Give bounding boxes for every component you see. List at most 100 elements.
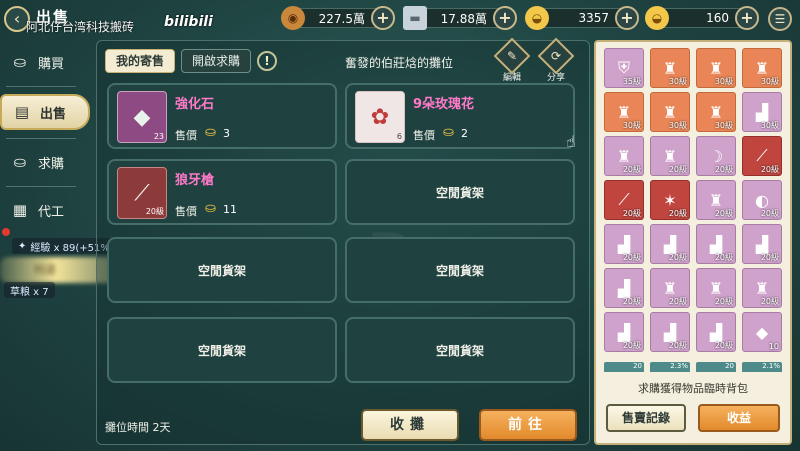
sidebar-item-sell[interactable]: ▤ 出售 [0, 94, 90, 130]
sidebar-item-buy[interactable]: ⛀ 購買 [0, 44, 88, 80]
add-silver-button[interactable]: + [493, 6, 517, 30]
coin-icon: ◉ [281, 6, 305, 30]
silver-bar-icon: ▬ [403, 6, 427, 30]
edit-button[interactable]: ✎ 編輯 [493, 37, 531, 83]
inventory-cell[interactable]: ▟ 20級 [696, 312, 736, 352]
inventory-cell-partial[interactable]: 20 [604, 362, 644, 372]
income-button[interactable]: 收益 [698, 404, 780, 432]
sidebar-item-label: 代工 [38, 204, 65, 220]
inventory-cell[interactable]: ♜ 30級 [650, 48, 690, 88]
item-level: 20級 [145, 207, 164, 216]
ingot-icon: ⛀ [13, 53, 27, 71]
inventory-cell[interactable]: ▟ 30級 [742, 92, 782, 132]
inventory-cell-partial[interactable]: 2.1% [742, 362, 782, 372]
item-price: 2 [461, 127, 468, 140]
inventory-cell-partial[interactable]: 2.3% [650, 362, 690, 372]
inventory-cell[interactable]: ♜ 30級 [696, 92, 736, 132]
inventory-cell[interactable]: ▟ 20級 [604, 268, 644, 308]
item-gain-toast: 草粮 x 7 [4, 282, 55, 298]
gold-ingot-icon: ◒ [525, 6, 549, 30]
inventory-cell-level: 30級 [668, 77, 687, 86]
inventory-cell-level: 20級 [622, 165, 641, 174]
add-gold-bound-button[interactable]: + [735, 6, 759, 30]
rose-bouquet-icon: ✿ 6 [355, 91, 405, 143]
currency-gold: ◒ 3357 + [525, 6, 639, 30]
sidebar-item-label: 購買 [38, 56, 65, 72]
inventory-cell-level: 20級 [668, 165, 687, 174]
inventory-cell[interactable]: ▟ 20級 [696, 224, 736, 264]
inventory-cell-level: 30級 [622, 121, 641, 130]
inventory-cell[interactable]: ♜ 20級 [696, 268, 736, 308]
stall-slot-filled[interactable]: ⟋ 20級 狼牙槍 售價 ⛀ 11 [107, 159, 337, 225]
inventory-cell-level: 20級 [668, 297, 687, 306]
inventory-cell-level: 20級 [668, 253, 687, 262]
inventory-cell-partial[interactable]: 20 [696, 362, 736, 372]
stall-slot-empty[interactable]: 空閒貨架 [345, 159, 575, 225]
divider [6, 138, 76, 139]
share-button[interactable]: ⟳ 分享 [537, 37, 575, 83]
inventory-cell[interactable]: ⛨ 35級 [604, 48, 644, 88]
request-ingot-icon: ⛀ [13, 153, 27, 171]
gold-ingot-icon: ⛀ [443, 125, 454, 140]
currency-coin-value: 227.5萬 [318, 11, 365, 26]
inventory-cell[interactable]: ♜ 30級 [604, 92, 644, 132]
inventory-cell[interactable]: ▟ 20級 [742, 224, 782, 264]
currency-silver: ▬ 17.88萬 + [403, 6, 517, 30]
inventory-cell[interactable]: ♜ 20級 [604, 136, 644, 176]
go-button[interactable]: 前往 [479, 409, 577, 441]
inventory-cell[interactable]: ♜ 30級 [696, 48, 736, 88]
inventory-cell[interactable]: ♜ 20級 [650, 136, 690, 176]
sidebar-item-request[interactable]: ⛀ 求購 [0, 144, 88, 180]
stall-slot-empty[interactable]: 空閒貨架 [345, 317, 575, 383]
currency-coin: ◉ 227.5萬 + [281, 6, 395, 30]
robe-icon: ♜ [754, 278, 770, 298]
robe-icon: ♜ [708, 190, 724, 210]
robe-icon: ♜ [616, 146, 632, 166]
inventory-cell[interactable]: ⟋ 20級 [742, 136, 782, 176]
inventory-cell[interactable]: ♜ 20級 [650, 268, 690, 308]
currency-silver-value: 17.88萬 [440, 11, 487, 26]
tab-my-consignment[interactable]: 我的寄售 [105, 49, 176, 73]
sidebar-item-craft[interactable]: ▦ 代工 [0, 192, 88, 228]
stall-slot-filled[interactable]: ✿ 6 9朵玫瑰花 售價 ⛀ 2 [345, 83, 575, 149]
empty-slot-label: 空閒貨架 [197, 263, 246, 278]
menu-button[interactable]: ☰ [768, 7, 792, 31]
inventory-cell[interactable]: ▟ 20級 [650, 224, 690, 264]
currency-gold-bound-value: 160 [706, 11, 729, 25]
inventory-cell[interactable]: ☽ 20級 [696, 136, 736, 176]
item-name: 強化石 [175, 97, 215, 112]
inventory-cell-level: 20級 [714, 297, 733, 306]
inventory-cell-level: 20級 [668, 341, 687, 350]
close-stall-button[interactable]: 收攤 [361, 409, 459, 441]
inventory-cell[interactable]: ♜ 20級 [742, 268, 782, 308]
inventory-cell[interactable]: ◆ 10 [742, 312, 782, 352]
sales-record-button[interactable]: 售賣記錄 [606, 404, 686, 432]
stall-slot-empty[interactable]: 空閒貨架 [107, 317, 337, 383]
inventory-cell[interactable]: ♜ 30級 [742, 48, 782, 88]
robe-icon: ♜ [616, 102, 632, 122]
inventory-cell-level: 30級 [760, 121, 779, 130]
inventory-cell[interactable]: ♜ 20級 [696, 180, 736, 220]
inventory-cell[interactable]: ✶ 20級 [650, 180, 690, 220]
stall-slot-empty[interactable]: 空閒貨架 [345, 237, 575, 303]
inventory-cell[interactable]: ⟋ 20級 [604, 180, 644, 220]
inventory-cell[interactable]: ♜ 30級 [650, 92, 690, 132]
inventory-cell[interactable]: ▟ 20級 [604, 224, 644, 264]
inventory-cell-level: 20級 [714, 165, 733, 174]
bracer-icon: ◐ [755, 190, 769, 210]
inventory-cell[interactable]: ▟ 20級 [604, 312, 644, 352]
inventory-grid: ⛨ 35級 ♜ 30級 ♜ 30級 ♜ 30級 ♜ 30級 ♜ 30級 ♜ 30級 ▟ 30級 ♜ 20級 ♜ 20級… [604, 48, 786, 352]
add-gold-button[interactable]: + [615, 6, 639, 30]
stall-slot-filled[interactable]: ◆ 23 強化石 售價 ⛀ 3 [107, 83, 337, 149]
item-gain-text: 草粮 x 7 [10, 286, 49, 298]
inventory-cell[interactable]: ▟ 20級 [650, 312, 690, 352]
inventory-cell-level: 20級 [714, 341, 733, 350]
tab-open-request[interactable]: 開啟求購 [181, 49, 252, 73]
add-coin-button[interactable]: + [371, 6, 395, 30]
boots-icon: ▟ [663, 322, 677, 342]
boots-icon: ▟ [663, 234, 677, 254]
stall-slot-empty[interactable]: 空閒貨架 [107, 237, 337, 303]
inventory-cell-level: 20級 [760, 209, 779, 218]
info-button[interactable]: ! [257, 51, 278, 71]
inventory-cell[interactable]: ◐ 20級 [742, 180, 782, 220]
